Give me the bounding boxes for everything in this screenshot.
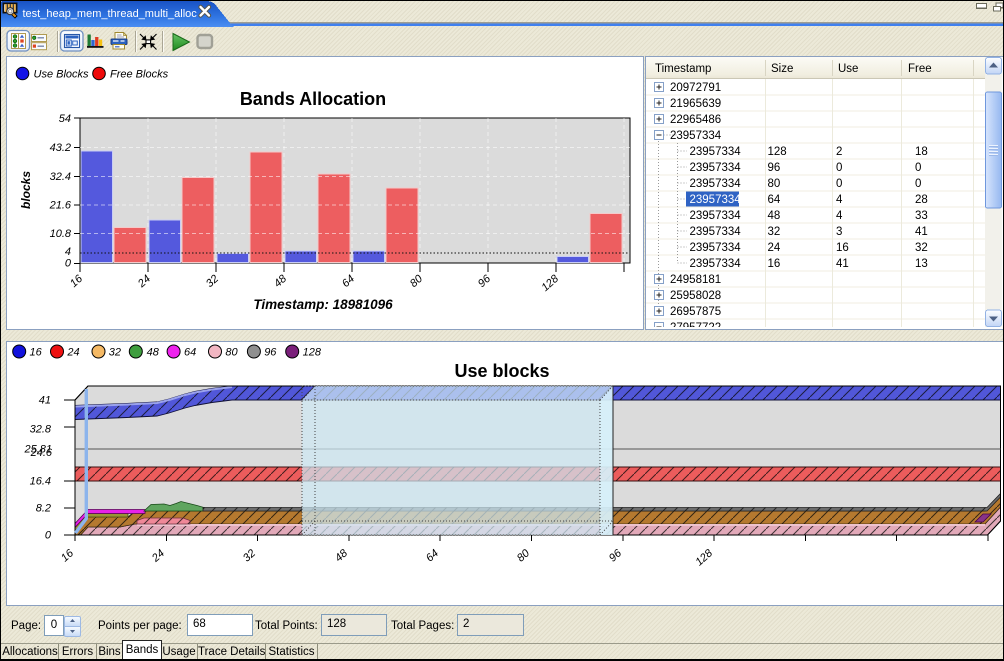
svg-text:16.4: 16.4: [30, 476, 51, 488]
svg-text:23957334: 23957334: [670, 130, 722, 142]
svg-text:Free: Free: [908, 63, 932, 75]
svg-text:16: 16: [59, 547, 77, 565]
svg-text:16: 16: [30, 347, 43, 359]
svg-text:0: 0: [915, 178, 921, 190]
svg-text:64: 64: [424, 547, 441, 564]
svg-text:23957334: 23957334: [690, 178, 742, 190]
svg-text:32: 32: [204, 273, 221, 290]
svg-text:32: 32: [768, 226, 781, 238]
svg-text:20972791: 20972791: [670, 82, 721, 94]
svg-text:21965639: 21965639: [670, 98, 721, 110]
svg-text:24: 24: [768, 242, 781, 254]
svg-text:Use Blocks: Use Blocks: [34, 69, 90, 81]
svg-text:16: 16: [836, 242, 849, 254]
svg-text:24: 24: [135, 273, 153, 291]
svg-text:0: 0: [915, 162, 921, 174]
svg-text:23957334: 23957334: [690, 194, 742, 206]
svg-text:blocks: blocks: [19, 171, 33, 209]
svg-text:33: 33: [915, 210, 928, 222]
svg-text:26957875: 26957875: [670, 306, 721, 318]
svg-text:4: 4: [836, 210, 843, 222]
svg-text:2: 2: [836, 146, 842, 158]
svg-text:96: 96: [768, 162, 781, 174]
svg-text:Timestamp: Timestamp: [655, 63, 711, 75]
svg-text:0: 0: [836, 178, 842, 190]
svg-text:Free Blocks: Free Blocks: [110, 69, 169, 81]
svg-text:25958028: 25958028: [670, 290, 721, 302]
svg-text:23957334: 23957334: [690, 162, 742, 174]
svg-text:43.2: 43.2: [50, 142, 71, 154]
svg-text:23957334: 23957334: [690, 258, 742, 270]
svg-text:Size: Size: [771, 63, 793, 75]
svg-text:0: 0: [836, 162, 842, 174]
svg-text:80: 80: [408, 272, 426, 290]
svg-text:128: 128: [539, 272, 561, 294]
svg-text:Use blocks: Use blocks: [454, 361, 549, 381]
svg-text:64: 64: [184, 347, 196, 359]
svg-text:41: 41: [836, 258, 849, 270]
svg-text:Bands Allocation: Bands Allocation: [240, 89, 386, 109]
svg-text:22965486: 22965486: [670, 114, 721, 126]
svg-text:25.81: 25.81: [23, 444, 52, 456]
svg-text:96: 96: [264, 347, 277, 359]
svg-text:13: 13: [915, 258, 928, 270]
svg-text:28: 28: [915, 194, 928, 206]
svg-text:16: 16: [68, 272, 86, 290]
svg-text:54: 54: [59, 113, 71, 125]
svg-text:Use: Use: [838, 63, 858, 75]
svg-text:0: 0: [65, 258, 72, 270]
svg-text:21.6: 21.6: [49, 199, 72, 211]
svg-text:64: 64: [340, 273, 357, 290]
svg-text:Timestamp: 18981096: Timestamp: 18981096: [253, 297, 393, 312]
svg-text:80: 80: [225, 347, 238, 359]
svg-text:96: 96: [476, 272, 494, 290]
svg-text:48: 48: [147, 347, 160, 359]
svg-text:41: 41: [915, 226, 928, 238]
svg-text:32: 32: [241, 547, 258, 564]
svg-text:48: 48: [272, 272, 290, 290]
svg-text:48: 48: [768, 210, 781, 222]
svg-text:27957722: 27957722: [670, 322, 721, 327]
svg-text:4: 4: [65, 246, 71, 258]
svg-text:80: 80: [515, 547, 533, 565]
svg-text:16: 16: [768, 258, 781, 270]
svg-text:32: 32: [109, 347, 121, 359]
svg-text:41: 41: [39, 395, 51, 407]
svg-text:128: 128: [693, 547, 715, 569]
svg-text:test_heap_mem_thread_multi_all: test_heap_mem_thread_multi_alloc: [23, 8, 198, 20]
svg-text:23957334: 23957334: [690, 226, 742, 238]
svg-text:18: 18: [915, 146, 928, 158]
svg-text:3: 3: [836, 226, 842, 238]
svg-text:8.2: 8.2: [36, 503, 51, 515]
svg-text:32.8: 32.8: [30, 424, 52, 436]
svg-text:32.4: 32.4: [50, 171, 71, 183]
svg-text:0: 0: [45, 530, 52, 542]
svg-text:32: 32: [915, 242, 928, 254]
svg-text:23957334: 23957334: [690, 210, 742, 222]
svg-text:24: 24: [66, 347, 79, 359]
svg-text:24: 24: [149, 547, 167, 565]
svg-text:24958181: 24958181: [670, 274, 721, 286]
svg-text:96: 96: [607, 547, 625, 565]
svg-text:64: 64: [768, 194, 781, 206]
svg-text:4: 4: [836, 194, 843, 206]
svg-text:10.8: 10.8: [50, 228, 72, 240]
svg-text:128: 128: [303, 347, 322, 359]
svg-text:48: 48: [333, 547, 351, 565]
svg-text:128: 128: [768, 146, 787, 158]
svg-text:23957334: 23957334: [690, 146, 742, 158]
svg-text:80: 80: [768, 178, 781, 190]
svg-text:23957334: 23957334: [690, 242, 742, 254]
